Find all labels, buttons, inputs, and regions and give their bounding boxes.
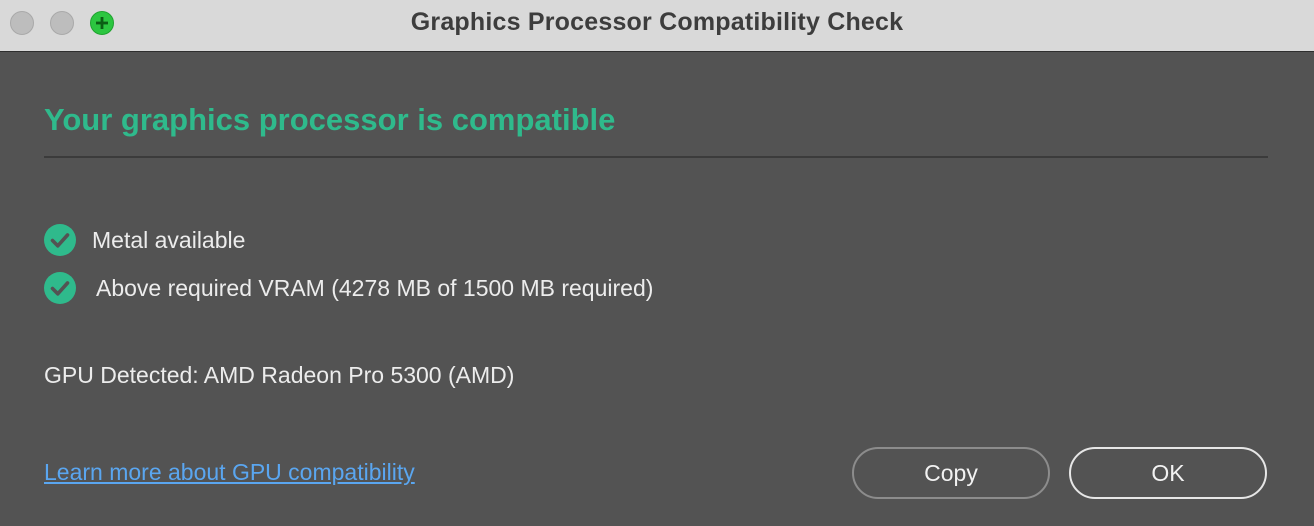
learn-more-link[interactable]: Learn more about GPU compatibility [44,459,415,486]
check-circle-icon [44,272,76,304]
check-label: Above required VRAM (4278 MB of 1500 MB … [96,274,654,301]
copy-button[interactable]: Copy [852,447,1050,499]
check-item-vram: Above required VRAM (4278 MB of 1500 MB … [44,271,653,305]
gpu-detected-text: GPU Detected: AMD Radeon Pro 5300 (AMD) [44,362,515,388]
title-bar: Graphics Processor Compatibility Check [0,0,1314,52]
result-heading: Your graphics processor is compatible [44,102,616,137]
check-item-metal: Metal available [44,223,245,257]
check-circle-icon [44,224,76,256]
compatibility-dialog: Graphics Processor Compatibility Check Y… [0,0,1314,526]
window-title: Graphics Processor Compatibility Check [410,8,904,36]
ok-button[interactable]: OK [1069,447,1267,499]
check-label: Metal available [92,226,246,253]
divider [44,156,1268,158]
